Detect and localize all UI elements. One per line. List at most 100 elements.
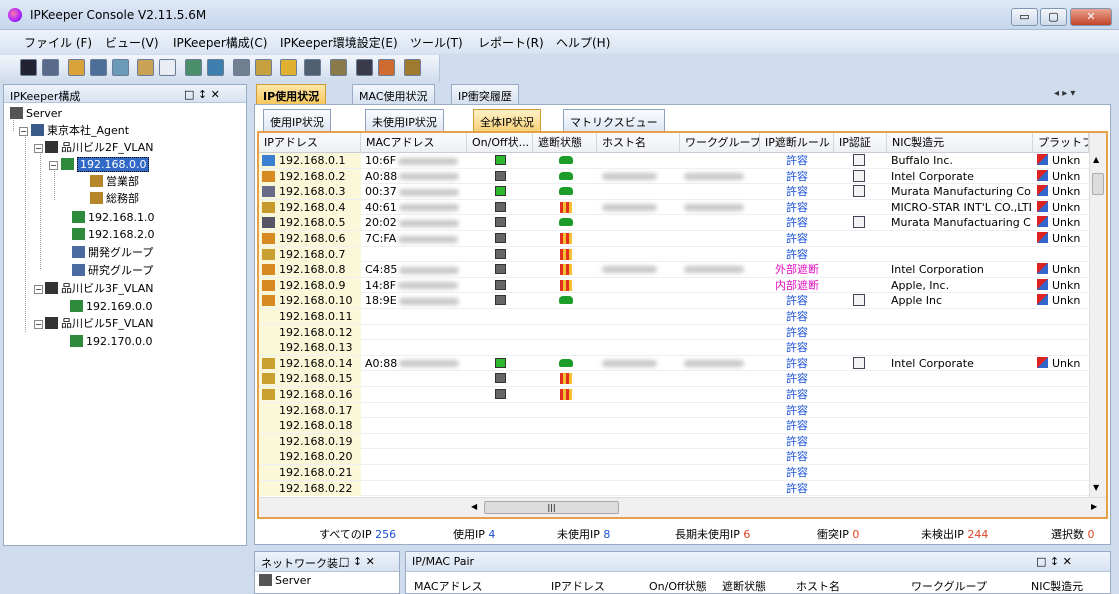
tree-item-server[interactable]: Server	[10, 106, 62, 122]
table-row[interactable]: 192.168.0.11 許容	[259, 309, 1089, 325]
col-nic-vendor[interactable]: NIC製造元	[887, 133, 1033, 153]
export-icon[interactable]	[42, 59, 59, 76]
close-button[interactable]: ✕	[1070, 8, 1112, 26]
panel-controls[interactable]: □ ↕ ✕	[1036, 555, 1072, 568]
panel-controls[interactable]: □ ↕ ✕	[184, 88, 220, 101]
cell-ip-block-rule[interactable]: 許容	[760, 231, 834, 246]
cell-ip-block-rule[interactable]: 許容	[760, 169, 834, 184]
cell-ip-block-rule[interactable]: 外部遮断	[760, 262, 834, 277]
col-workgroup[interactable]: ワークグループ	[680, 133, 760, 153]
cell-ip-block-rule[interactable]: 許容	[760, 387, 834, 402]
tree-item-subnet-0[interactable]: 192.168.0.0	[61, 157, 150, 173]
grid-icon[interactable]	[159, 59, 176, 76]
users-icon[interactable]	[255, 59, 272, 76]
horizontal-scrollbar[interactable]: ◀ ||| ▶	[259, 497, 1106, 517]
col-ip-block-rule[interactable]: IP遮断ルール	[760, 133, 834, 153]
col-platform[interactable]: プラットフォ	[1033, 133, 1089, 153]
table-row[interactable]: 192.168.0.10 18:9E 許容 Apple Inc Unkn	[259, 293, 1089, 309]
table-row[interactable]: 192.168.0.15 許容	[259, 371, 1089, 387]
cell-ip-block-rule[interactable]: 許容	[760, 247, 834, 262]
table-row[interactable]: 192.168.0.12 許容	[259, 324, 1089, 341]
col-onoff[interactable]: On/Off状...	[467, 133, 533, 153]
tree-item-vlan-5f[interactable]: 品川ビル5F_VLAN	[45, 316, 154, 332]
panel-controls[interactable]: □ ↕ ✕	[339, 555, 375, 568]
hscroll-thumb[interactable]: |||	[484, 501, 619, 514]
table-row[interactable]: 192.168.0.21 許容	[259, 465, 1089, 481]
scroll-right-icon[interactable]: ▶	[1091, 502, 1097, 511]
tree-item-general-affairs[interactable]: 総務部	[90, 191, 139, 207]
run-icon[interactable]	[304, 59, 321, 76]
scroll-left-icon[interactable]: ◀	[471, 502, 477, 511]
cell-ip-block-rule[interactable]: 許容	[760, 153, 834, 168]
collapse-icon[interactable]: −	[34, 320, 43, 329]
tab-ip-conflict[interactable]: IP衝突履歴	[451, 84, 519, 104]
cell-ip-block-rule[interactable]: 許容	[760, 309, 834, 324]
cell-ip-block-rule[interactable]: 許容	[760, 340, 834, 355]
collapse-icon[interactable]: −	[49, 161, 58, 170]
table-row[interactable]: 192.168.0.9 14:8F 内部遮断 Apple, Inc. Unkn	[259, 277, 1089, 294]
vertical-scrollbar[interactable]: ▲ ▼	[1089, 133, 1106, 497]
table-row[interactable]: 192.168.0.18 許容	[259, 418, 1089, 434]
table-row[interactable]: 192.168.0.3 00:37 許容 Murata Manufacturing C…	[259, 184, 1089, 200]
tree-item-sales[interactable]: 営業部	[90, 174, 139, 190]
table-row[interactable]: 192.168.0.14 A0:88 許容 Intel Corporate Unkn	[259, 355, 1089, 372]
cell-ip-block-rule[interactable]: 許容	[760, 325, 834, 340]
pair-col-onoff[interactable]: On/Off状態	[649, 578, 707, 594]
scan-icon[interactable]	[185, 59, 202, 76]
pair-col-block[interactable]: 遮断状態	[722, 578, 766, 594]
open-folder-icon[interactable]	[68, 59, 85, 76]
table-row[interactable]: 192.168.0.19 許容	[259, 433, 1089, 450]
table-row[interactable]: 192.168.0.2 A0:88 許容 Intel Corporate Unkn	[259, 168, 1089, 185]
cell-ip-block-rule[interactable]: 許容	[760, 418, 834, 433]
table-row[interactable]: 192.168.0.1 10:6F 許容 Buffalo Inc. Unkn	[259, 153, 1089, 169]
tree-item-vlan-3f[interactable]: 品川ビル3F_VLAN	[45, 281, 154, 297]
pair-col-mac[interactable]: MACアドレス	[414, 578, 483, 594]
collapse-icon[interactable]: −	[19, 127, 28, 136]
cell-ip-block-rule[interactable]: 許容	[760, 465, 834, 480]
col-mac-address[interactable]: MACアドレス	[361, 133, 467, 153]
table-row[interactable]: 192.168.0.22 許容	[259, 480, 1089, 497]
maximize-button[interactable]: ▢	[1040, 8, 1067, 26]
subtab-used-ip[interactable]: 使用IP状況	[263, 109, 331, 131]
pair-col-host[interactable]: ホスト名	[796, 578, 840, 594]
col-ip-address[interactable]: IPアドレス	[259, 133, 361, 153]
list-icon[interactable]	[233, 59, 250, 76]
menu-tools[interactable]: ツール(T)	[410, 34, 463, 51]
pair-col-ip[interactable]: IPアドレス	[551, 578, 605, 594]
scroll-thumb[interactable]	[1092, 173, 1104, 195]
tree-item-subnet-170[interactable]: 192.170.0.0	[70, 334, 152, 350]
tree-item-agent[interactable]: 東京本社_Agent	[31, 123, 129, 139]
speaker-icon[interactable]	[280, 59, 297, 76]
net-tree-item-server[interactable]: Server	[259, 574, 311, 587]
table-row[interactable]: 192.168.0.4 40:61 許容 MICRO-STAR INT'L CO.,L…	[259, 199, 1089, 216]
collapse-icon[interactable]: −	[34, 144, 43, 153]
cell-ip-block-rule[interactable]: 許容	[760, 371, 834, 386]
menu-help[interactable]: ヘルプ(H)	[556, 34, 610, 51]
save-icon[interactable]	[20, 59, 37, 76]
network-icon[interactable]	[207, 59, 224, 76]
cell-ip-block-rule[interactable]: 許容	[760, 215, 834, 230]
pair-col-nic[interactable]: NIC製造元	[1031, 578, 1083, 594]
subtab-all-ip[interactable]: 全体IP状況	[473, 109, 541, 131]
col-hostname[interactable]: ホスト名	[597, 133, 680, 153]
table-row[interactable]: 192.168.0.6 7C:FA 許容 Unkn	[259, 231, 1089, 247]
pair-col-workgroup[interactable]: ワークグループ	[911, 578, 987, 594]
tab-mac-usage[interactable]: MAC使用状況	[352, 84, 435, 104]
tree-item-dev-group[interactable]: 開発グループ	[72, 245, 153, 261]
table-row[interactable]: 192.168.0.20 許容	[259, 449, 1089, 465]
collapse-icon[interactable]: −	[34, 285, 43, 294]
tree-item-subnet-169[interactable]: 192.169.0.0	[70, 299, 152, 315]
cell-ip-block-rule[interactable]: 許容	[760, 293, 834, 308]
col-ip-auth[interactable]: IP認証	[834, 133, 887, 153]
table-row[interactable]: 192.168.0.7 許容	[259, 246, 1089, 263]
subtab-unused-ip[interactable]: 未使用IP状況	[365, 109, 444, 131]
col-block-status[interactable]: 遮断状態	[533, 133, 597, 153]
tree-item-subnet-2[interactable]: 192.168.2.0	[72, 227, 154, 243]
cell-ip-block-rule[interactable]: 許容	[760, 434, 834, 449]
computer-icon[interactable]	[90, 59, 107, 76]
search-computer-icon[interactable]	[112, 59, 129, 76]
tab-ip-usage[interactable]: IP使用状況	[256, 84, 327, 104]
tree-item-research-group[interactable]: 研究グループ	[72, 263, 153, 279]
cell-ip-block-rule[interactable]: 許容	[760, 481, 834, 496]
cell-ip-block-rule[interactable]: 許容	[760, 184, 834, 199]
